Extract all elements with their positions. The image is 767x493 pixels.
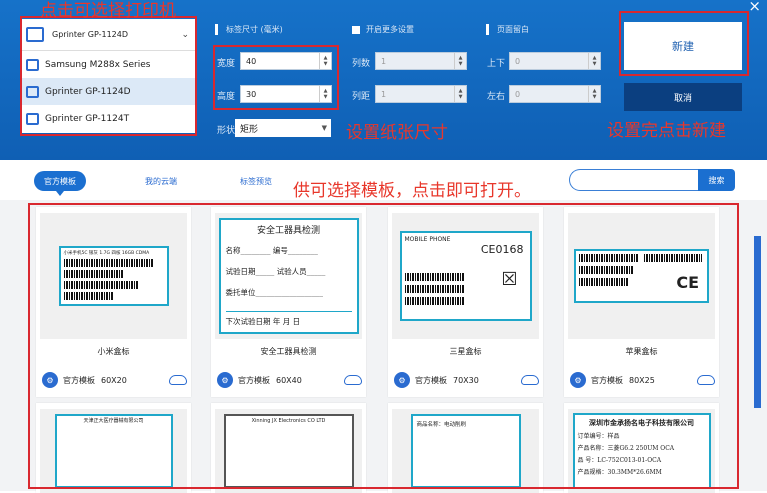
tab-preview[interactable]: 标签预览 xyxy=(230,171,282,191)
section-title-text: 开启更多设置 xyxy=(366,25,414,34)
topbottom-value: 0 xyxy=(515,56,521,66)
more-settings-title[interactable]: 开启更多设置 xyxy=(352,24,414,35)
annotation-box-templates xyxy=(28,203,739,489)
shape-select[interactable]: 矩形 ▼ xyxy=(235,119,331,137)
cancel-button[interactable]: 取消 xyxy=(624,83,742,111)
cols-label: 列数 xyxy=(352,59,371,69)
spinner-arrows[interactable]: ▲ ▼ xyxy=(454,86,466,102)
colgap-input[interactable]: 1 ▲ ▼ xyxy=(375,85,467,103)
section-title-text: 标签尺寸 (毫米) xyxy=(226,25,283,34)
leftright-value: 0 xyxy=(515,89,521,99)
section-bar xyxy=(215,24,218,35)
tab-official[interactable]: 官方模板 xyxy=(34,171,86,196)
annotation-box-new xyxy=(619,11,749,76)
spinner-arrows[interactable]: ▲ ▼ xyxy=(588,86,600,102)
spinner-arrows[interactable]: ▲ ▼ xyxy=(454,53,466,69)
close-icon[interactable]: × xyxy=(748,0,761,15)
search-input[interactable] xyxy=(569,169,699,191)
annotation-box-size xyxy=(213,45,339,110)
template-grid: 小米手机5C 银灰 1.7G 四核 16GB CDMA 小米盒标 ⚙ 官方模板 … xyxy=(0,200,767,493)
shape-value: 矩形 xyxy=(240,124,259,135)
annotation-template: 供可选择模板，点击即可打开。 xyxy=(293,181,531,201)
search-button[interactable]: 搜索 xyxy=(698,169,735,191)
tab-cloud[interactable]: 我的云端 xyxy=(135,171,187,191)
settings-panel: × Gprinter GP-1124D ⌄ Samsung M288x Seri… xyxy=(0,0,767,160)
topbottom-label: 上下 xyxy=(487,59,506,69)
scrollbar[interactable] xyxy=(754,236,761,408)
margin-title: 页面留白 xyxy=(486,24,529,35)
colgap-label: 列距 xyxy=(352,92,371,102)
shape-label: 形状 xyxy=(217,126,236,136)
leftright-label: 左右 xyxy=(487,92,506,102)
annotation-printer: 点击可选择打印机 xyxy=(40,1,176,21)
checkbox[interactable] xyxy=(352,25,360,34)
section-title-text: 页面留白 xyxy=(497,25,529,34)
annotation-new: 设置完点击新建 xyxy=(607,121,726,141)
chevron-down-icon: ▼ xyxy=(321,124,327,132)
leftright-input[interactable]: 0 ▲ ▼ xyxy=(509,85,601,103)
section-bar xyxy=(486,24,489,35)
annotation-box-printer xyxy=(20,16,197,136)
spinner-arrows[interactable]: ▲ ▼ xyxy=(588,53,600,69)
topbottom-input[interactable]: 0 ▲ ▼ xyxy=(509,52,601,70)
cols-input[interactable]: 1 ▲ ▼ xyxy=(375,52,467,70)
colgap-value: 1 xyxy=(381,89,387,99)
annotation-paper: 设置纸张尺寸 xyxy=(346,123,448,143)
label-size-title: 标签尺寸 (毫米) xyxy=(215,24,283,35)
cols-value: 1 xyxy=(381,56,387,66)
